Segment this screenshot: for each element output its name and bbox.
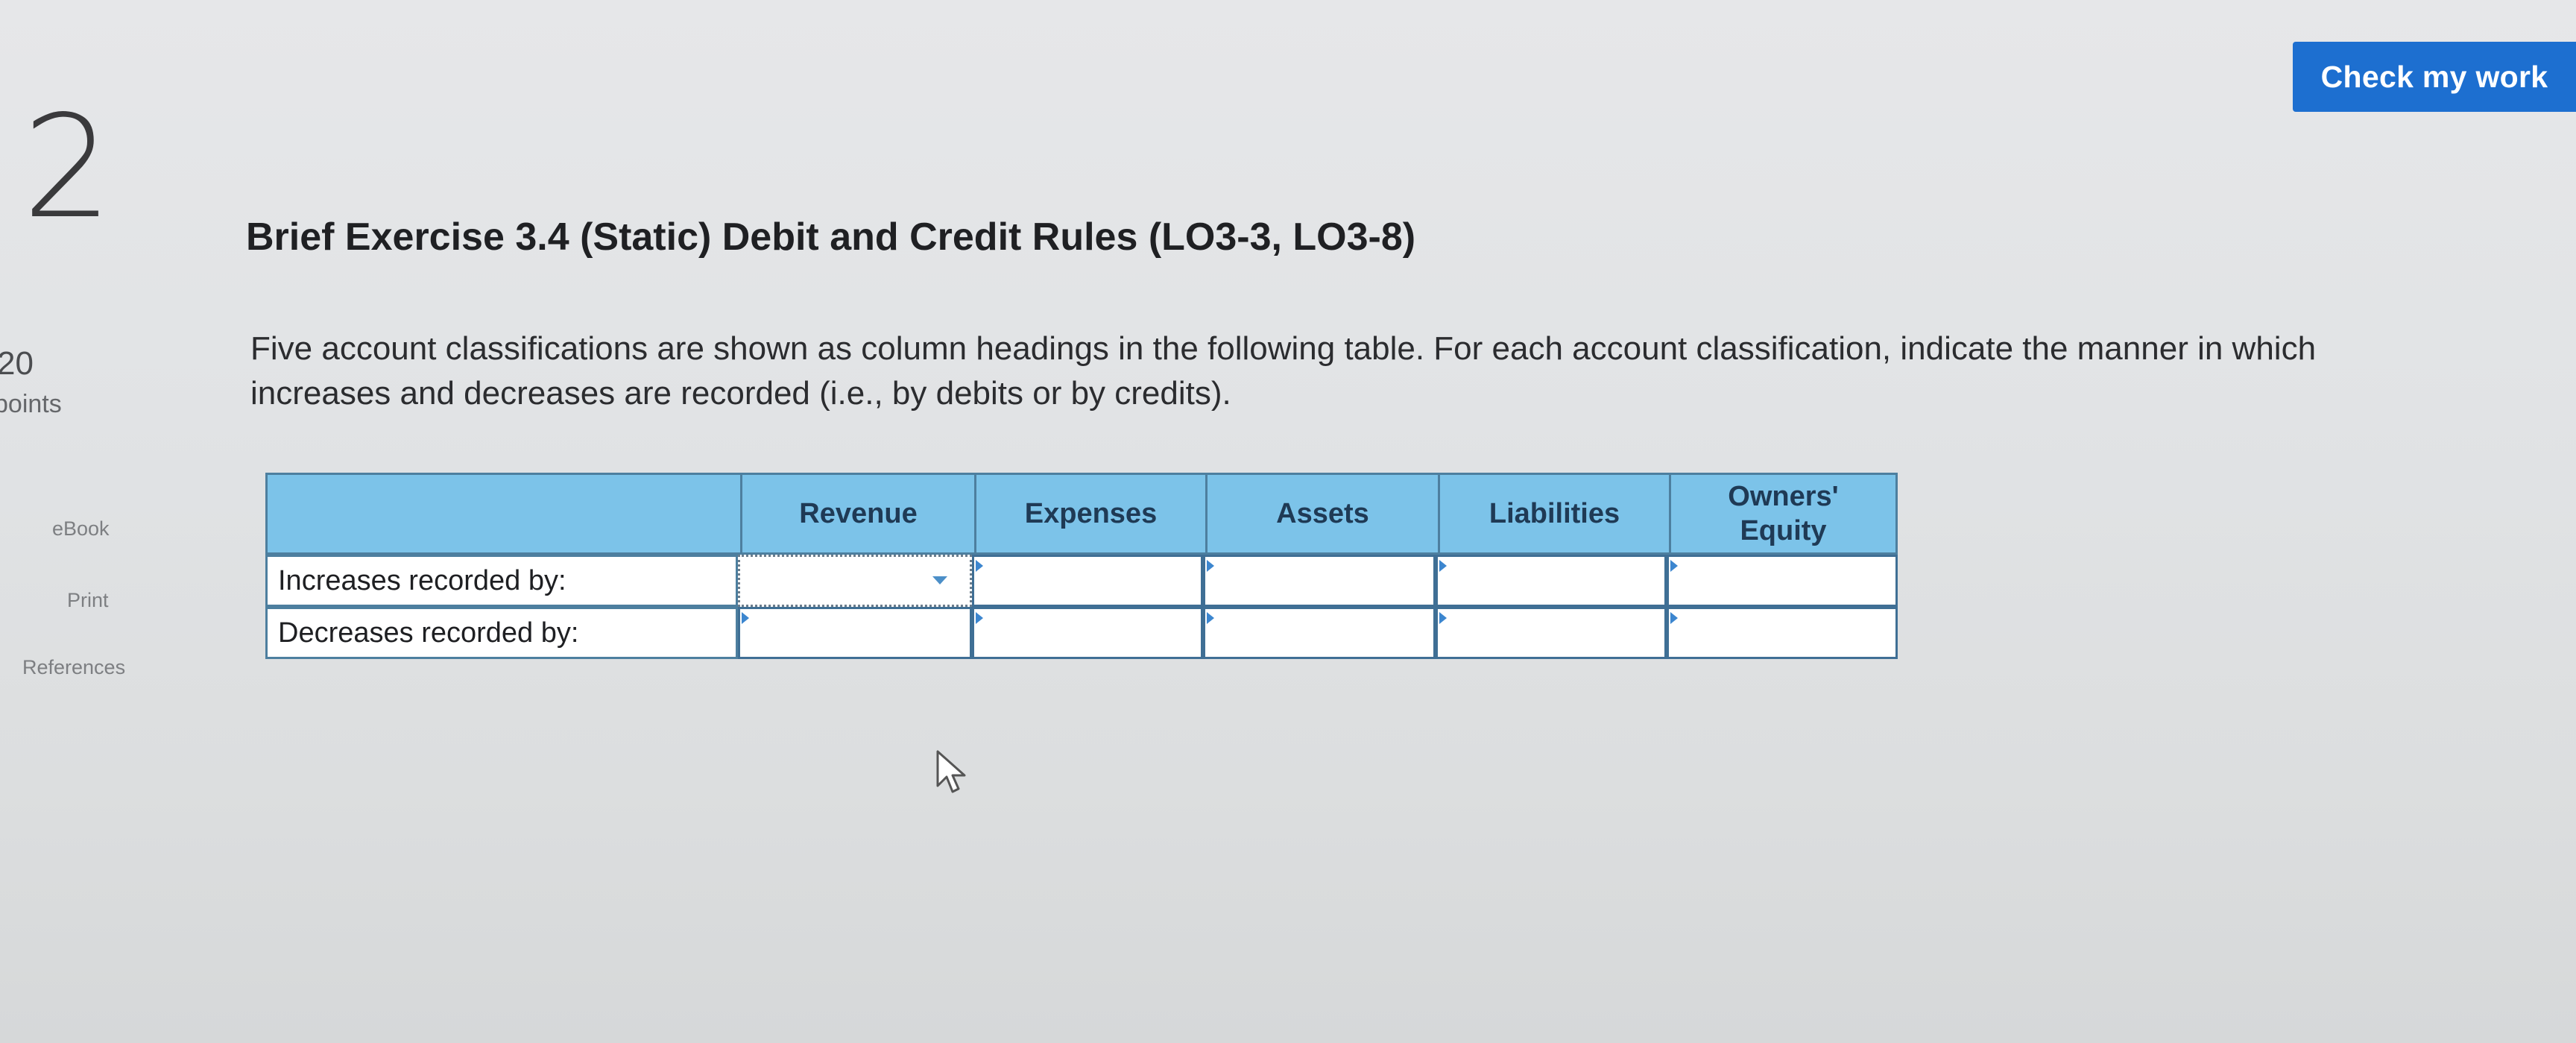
increases-expenses-dropdown[interactable] [972,555,1203,607]
decreases-owners-equity-dropdown[interactable] [1667,607,1898,659]
row-label-increases: Increases recorded by: [265,555,738,607]
column-header-revenue: Revenue [740,475,974,552]
sidebar-print-link[interactable]: Print [67,590,109,611]
decreases-revenue-dropdown[interactable] [738,607,972,659]
flag-icon [1207,560,1214,572]
decreases-liabilities-dropdown[interactable] [1436,607,1667,659]
points-label: points [0,390,62,418]
question-number: 2 [22,85,113,250]
flag-icon [742,612,749,624]
decreases-assets-dropdown[interactable] [1203,607,1436,659]
increases-assets-dropdown[interactable] [1203,555,1436,607]
column-header-assets: Assets [1205,475,1438,552]
table-header-row: Revenue Expenses Assets Liabilities Owne… [265,473,1898,555]
flag-icon [976,560,983,572]
check-my-work-button[interactable]: Check my work [2293,42,2576,112]
table-row: Decreases recorded by: [265,607,1898,659]
answer-table: Revenue Expenses Assets Liabilities Owne… [265,473,1898,662]
row-label-decreases: Decreases recorded by: [265,607,738,659]
points-value: 20 [0,345,34,382]
column-header-expenses: Expenses [974,475,1205,552]
question-title: Brief Exercise 3.4 (Static) Debit and Cr… [246,215,1416,259]
flag-icon [1439,560,1447,572]
flag-icon [1439,612,1447,624]
flag-icon [1670,560,1678,572]
increases-owners-equity-dropdown[interactable] [1667,555,1898,607]
mouse-cursor-icon [936,750,966,793]
chevron-down-icon[interactable] [932,576,947,584]
table-row: Increases recorded by: [265,555,1898,607]
question-instructions: Five account classifications are shown a… [250,330,2317,412]
sidebar-ebook-link[interactable]: eBook [52,519,110,539]
flag-icon [1670,612,1678,624]
decreases-expenses-dropdown[interactable] [972,607,1203,659]
increases-revenue-dropdown[interactable] [738,555,972,607]
increases-liabilities-dropdown[interactable] [1436,555,1667,607]
sidebar-references-link[interactable]: References [22,658,125,678]
column-header-liabilities: Liabilities [1438,475,1669,552]
column-header-owners-equity: Owners' Equity [1669,475,1895,552]
flag-icon [1207,612,1214,624]
flag-icon [976,612,983,624]
